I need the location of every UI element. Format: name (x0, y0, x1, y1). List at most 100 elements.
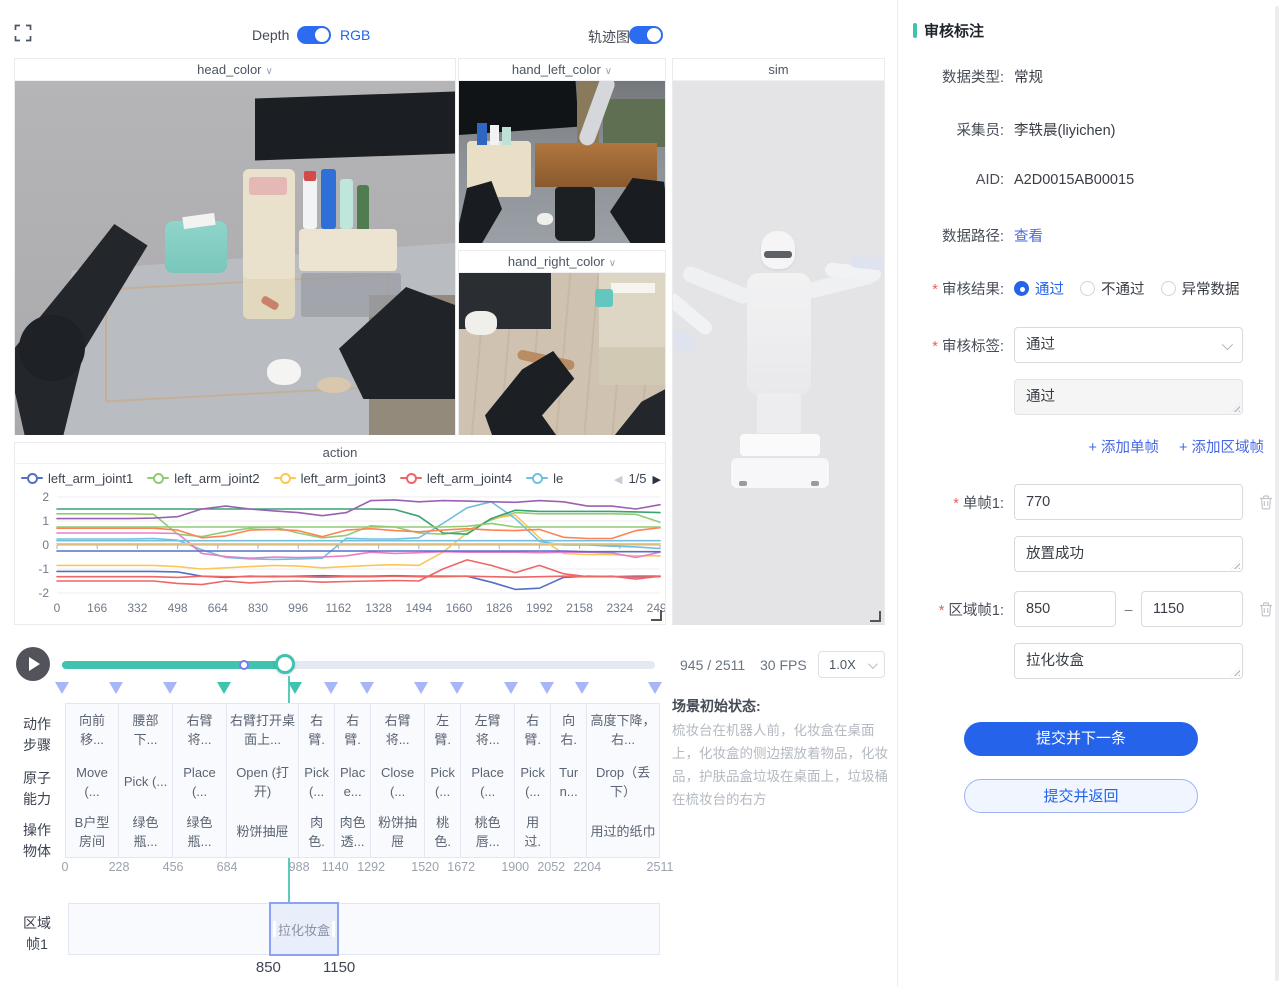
legend-next-icon[interactable] (653, 471, 661, 486)
timeline-marker[interactable] (504, 682, 518, 694)
scene-white-bottle (490, 125, 499, 145)
ruler-tick-label: 2511 (647, 860, 674, 874)
timeline-marker[interactable] (109, 682, 123, 694)
resize-corner-icon[interactable] (651, 610, 662, 621)
segment-cell[interactable]: 粉饼抽屉 (227, 808, 299, 858)
trajectory-toggle[interactable] (629, 26, 663, 44)
timeline-marker[interactable] (163, 682, 177, 694)
delete-single-frame-icon[interactable] (1258, 494, 1274, 511)
hand-right-camera-title[interactable]: hand_right_color∨ (459, 251, 665, 273)
timeline-marker[interactable] (648, 682, 662, 694)
segment-cell[interactable]: 右臂. (335, 703, 371, 758)
segment-cell[interactable]: B户型房间 (65, 808, 119, 858)
segment-cell[interactable]: Place (... (173, 757, 227, 809)
segment-cell[interactable]: Pick (... (299, 757, 335, 809)
region-end-input[interactable] (1141, 591, 1243, 627)
timeline-marker[interactable] (540, 682, 554, 694)
segment-cell[interactable]: Pick (... (515, 757, 551, 809)
segment-cell[interactable]: Turn... (551, 757, 587, 809)
timeline-marker[interactable] (324, 682, 338, 694)
y-tick-label: -2 (17, 586, 49, 600)
submit-back-button[interactable]: 提交并返回 (964, 779, 1198, 813)
fullscreen-icon[interactable] (14, 24, 32, 42)
segment-cell[interactable]: 绿色瓶... (119, 808, 173, 858)
depth-rgb-toggle[interactable] (297, 26, 331, 44)
review-result-radio[interactable]: 异常数据 (1161, 278, 1240, 299)
speed-select[interactable]: 1.0X (818, 651, 885, 678)
region-frame-highlight[interactable]: 拉化妆盒 (269, 902, 339, 956)
review-result-radio[interactable]: 不通过 (1080, 278, 1145, 299)
segment-cell[interactable]: 肉色. (299, 808, 335, 858)
segment-cell[interactable]: 右臂将... (371, 703, 425, 758)
segment-cell[interactable]: Open (打开) (227, 757, 299, 809)
head-camera-title[interactable]: head_color∨ (15, 59, 455, 81)
delete-region-frame-icon[interactable] (1258, 601, 1274, 618)
segment-cell[interactable]: 左臂将... (461, 703, 515, 758)
review-tag-note[interactable]: 通过 (1014, 379, 1243, 415)
add-single-frame-link[interactable]: + 添加单帧 (1089, 436, 1160, 457)
segment-cell[interactable]: Move (... (65, 757, 119, 809)
legend-item[interactable]: left_arm_joint2 (147, 471, 259, 486)
timeline-marker[interactable] (288, 682, 302, 694)
legend-item[interactable]: left_arm_joint4 (400, 471, 512, 486)
segment-cell[interactable]: 桃色. (425, 808, 461, 858)
segment-cell[interactable] (551, 808, 587, 858)
region-frame-track[interactable]: 拉化妆盒 (68, 903, 660, 955)
segment-cell[interactable]: 肉色透... (335, 808, 371, 858)
timeline-marker[interactable] (414, 682, 428, 694)
segment-cell[interactable]: 右臂. (515, 703, 551, 758)
segment-cell[interactable]: Close (... (371, 757, 425, 809)
segment-cell[interactable]: Place (... (461, 757, 515, 809)
region-start-input[interactable] (1014, 591, 1116, 627)
timeline-marker[interactable] (55, 682, 69, 694)
segment-cell[interactable]: 左臂. (425, 703, 461, 758)
segment-cell-text: Place (... (464, 764, 511, 802)
segment-cell[interactable]: Place... (335, 757, 371, 809)
row-label-operated-object: 操作物体 (20, 820, 54, 862)
timeline-marker[interactable] (575, 682, 589, 694)
review-tag-select[interactable]: 通过 (1014, 327, 1243, 363)
segment-cell[interactable]: 粉饼抽屉 (371, 808, 425, 858)
timeline-marker[interactable] (360, 682, 374, 694)
radio-icon (1080, 281, 1095, 296)
view-data-path-link[interactable]: 查看 (1014, 225, 1043, 246)
single-frame-dot[interactable] (239, 660, 249, 670)
timeline-slider-handle[interactable] (275, 654, 295, 674)
review-result-radio[interactable]: 通过 (1014, 278, 1064, 299)
segment-cell[interactable]: 右臂打开桌面上... (227, 703, 299, 758)
segment-cell[interactable]: Drop（丢下） (587, 757, 660, 809)
segment-cell[interactable]: 用过. (515, 808, 551, 858)
segment-cell-text: Turn... (554, 764, 583, 802)
segment-cell[interactable]: 桃色唇... (461, 808, 515, 858)
segment-cell[interactable]: 腰部下... (119, 703, 173, 758)
segment-cell[interactable]: 向右. (551, 703, 587, 758)
resize-corner-icon[interactable] (870, 611, 881, 622)
play-button[interactable] (16, 647, 50, 681)
legend-prev-icon[interactable] (614, 471, 622, 486)
segment-cell[interactable]: 右臂将... (173, 703, 227, 758)
segment-cell[interactable]: Pick (... (119, 757, 173, 809)
single-frame-note[interactable]: 放置成功 (1014, 536, 1243, 572)
hand-left-camera-title[interactable]: hand_left_color∨ (459, 59, 665, 81)
timeline-marker[interactable] (217, 682, 231, 694)
timeline-marker[interactable] (450, 682, 464, 694)
legend-item[interactable]: left_arm_joint1 (21, 471, 133, 486)
single-frame-input[interactable] (1014, 484, 1243, 520)
region-left-handle[interactable] (273, 921, 276, 937)
segment-cell[interactable]: 绿色瓶... (173, 808, 227, 858)
segment-cell[interactable]: 向前移... (65, 703, 119, 758)
add-region-frame-link[interactable]: + 添加区域帧 (1179, 436, 1264, 457)
segment-cell[interactable]: 用过的纸巾 (587, 808, 660, 858)
region-frame-note[interactable]: 拉化妆盒 (1014, 643, 1243, 679)
field-region-frame-note: 拉化妆盒 (912, 643, 1264, 679)
segment-cell[interactable]: 右臂. (299, 703, 335, 758)
scene-mint-bottle (502, 127, 511, 145)
submit-next-button[interactable]: 提交并下一条 (964, 722, 1198, 756)
legend-item[interactable]: left_arm_joint3 (274, 471, 386, 486)
segment-cell[interactable]: 高度下降，右... (587, 703, 660, 758)
sim-panel-title[interactable]: sim (673, 59, 884, 81)
segment-cell[interactable]: Pick (... (425, 757, 461, 809)
region-right-handle[interactable] (332, 921, 335, 937)
legend-item[interactable]: le (526, 471, 563, 486)
panel-scrollbar[interactable] (1275, 6, 1279, 981)
